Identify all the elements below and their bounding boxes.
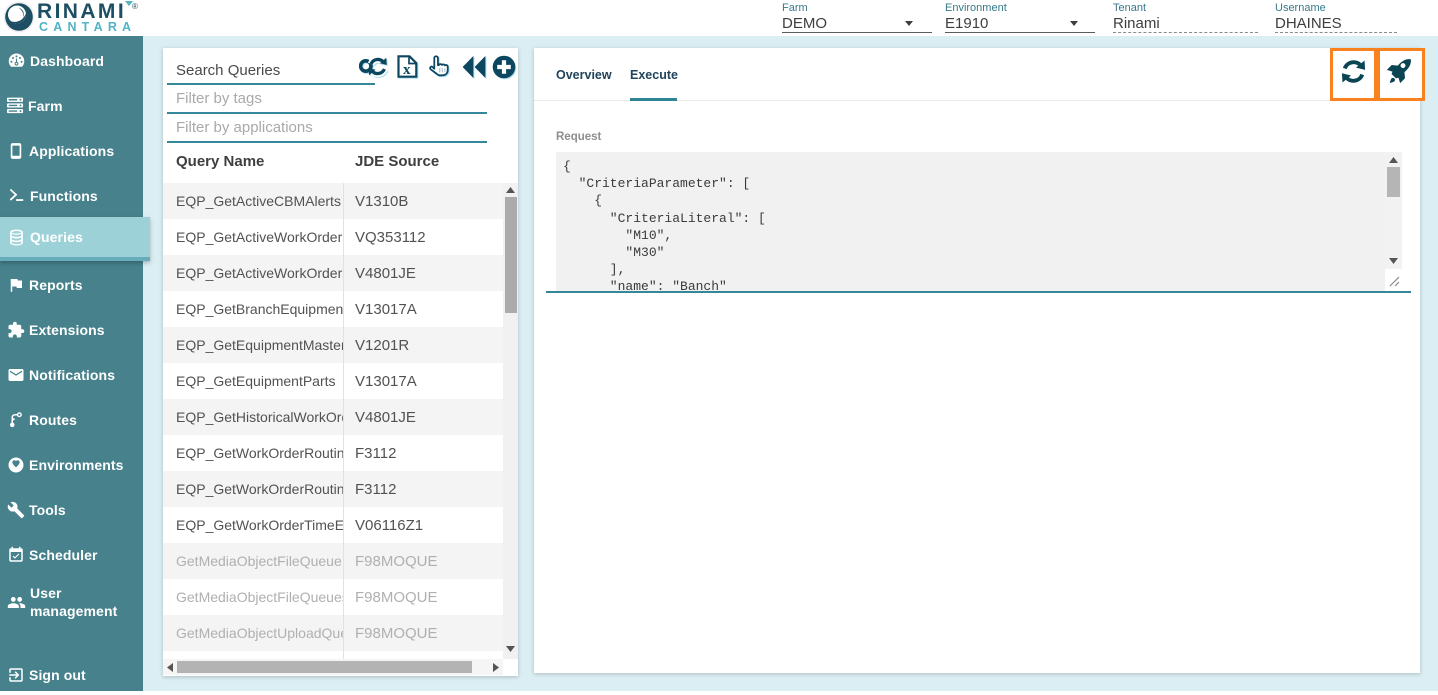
svg-text:x: x bbox=[403, 62, 411, 78]
